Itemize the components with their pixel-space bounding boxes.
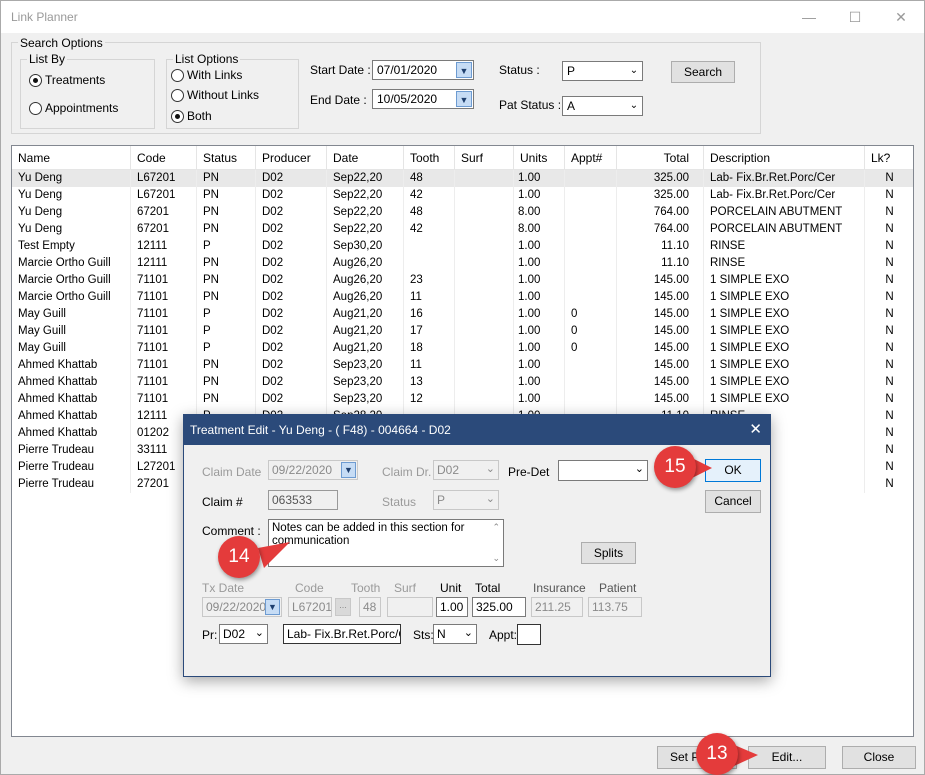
callout-pointers [258, 457, 758, 766]
callout-13: 13 [696, 733, 738, 775]
callout-14-pointer [258, 542, 290, 568]
callout-14: 14 [218, 536, 260, 578]
callout-15: 15 [654, 446, 696, 488]
